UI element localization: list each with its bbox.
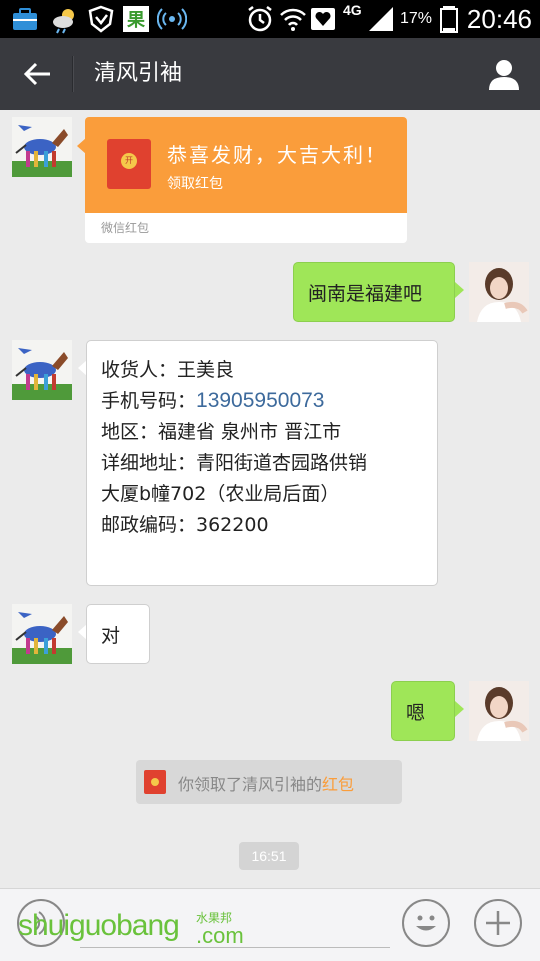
- phone-line: 手机号码：13905950073: [101, 386, 325, 416]
- red-packet-footer: 微信红包: [101, 221, 150, 235]
- signal-icon: [369, 7, 393, 31]
- input-bar: shuiguobang 水果邦 .com: [0, 888, 540, 961]
- notice-text: 你领取了清风引袖的红包: [178, 771, 354, 795]
- network-type: 4G: [343, 2, 362, 18]
- postcode-line: 邮政编码：362200: [101, 514, 269, 536]
- chat-title: 清风引袖: [94, 61, 183, 86]
- system-notice: 你领取了清风引袖的红包: [136, 760, 402, 804]
- clock: 20:46: [466, 4, 532, 34]
- message-text: 嗯: [406, 702, 426, 724]
- svg-text:果: 果: [126, 10, 146, 31]
- smiley-icon: [416, 915, 436, 931]
- message-bubble-sent[interactable]: 闽南是福建吧: [293, 262, 455, 322]
- app-icon: 果: [123, 6, 149, 32]
- toolbox-icon: [13, 8, 37, 30]
- message-text: 对: [101, 625, 121, 647]
- red-packet-link[interactable]: 红包: [322, 775, 354, 794]
- phone-link[interactable]: 13905950073: [196, 389, 324, 412]
- contact-avatar[interactable]: [12, 117, 72, 177]
- plus-icon: [486, 911, 510, 935]
- contact-avatar[interactable]: [12, 604, 72, 664]
- more-button[interactable]: [474, 899, 522, 947]
- nav-divider: [72, 56, 74, 92]
- shield-icon: [88, 5, 114, 33]
- weather-icon: [53, 9, 74, 34]
- alarm-icon: [248, 6, 272, 32]
- watermark-com: .com: [196, 923, 244, 948]
- recipient-line: 收货人：王美良: [101, 359, 235, 381]
- red-packet-header: 开 恭喜发财，大吉大利！ 领取红包: [85, 117, 407, 213]
- red-packet-action: 领取红包: [167, 176, 223, 192]
- red-envelope-icon: 开: [107, 139, 151, 189]
- emoji-button[interactable]: [402, 899, 450, 947]
- bubble-tail: [455, 701, 464, 717]
- region-line: 地区：福建省 泉州市 晋江市: [101, 421, 342, 443]
- bubble-tail: [455, 282, 464, 298]
- message-bubble-received[interactable]: 收货人：王美良 手机号码：13905950073 地区：福建省 泉州市 晋江市 …: [86, 340, 438, 586]
- nfc-icon: [157, 8, 187, 30]
- message-text: 闽南是福建吧: [308, 283, 423, 305]
- status-bar: 果 4G 17% 20:46: [0, 0, 540, 38]
- battery-icon: [440, 6, 458, 33]
- user-avatar[interactable]: [469, 681, 529, 741]
- arrow-left-icon[interactable]: [20, 56, 56, 92]
- notice-message: 你领取了清风引袖的: [178, 775, 323, 794]
- contact-avatar[interactable]: [12, 340, 72, 400]
- user-avatar[interactable]: [469, 262, 529, 322]
- message-bubble-sent[interactable]: 嗯: [391, 681, 455, 741]
- phone-label: 手机号码：: [101, 390, 197, 412]
- message-bubble-received[interactable]: 对: [86, 604, 150, 664]
- battery-percent: 17%: [400, 10, 433, 27]
- nav-bar: 清风引袖: [0, 38, 540, 110]
- wifi-icon: [280, 8, 306, 31]
- red-packet-title: 恭喜发财，大吉大利！: [167, 143, 387, 167]
- red-envelope-icon: [144, 770, 166, 794]
- envelope-seal: 开: [121, 153, 137, 169]
- address-line-cont: 大厦b幢702（农业局后面）: [101, 483, 340, 505]
- person-icon[interactable]: [486, 56, 522, 92]
- heart-icon: [311, 8, 335, 30]
- address-line: 详细地址：青阳街道杏园路供销: [101, 452, 368, 474]
- timestamp-badge: 16:51: [239, 842, 299, 870]
- watermark: shuiguobang: [18, 909, 180, 942]
- red-packet-card[interactable]: 开 恭喜发财，大吉大利！ 领取红包 微信红包: [85, 117, 407, 243]
